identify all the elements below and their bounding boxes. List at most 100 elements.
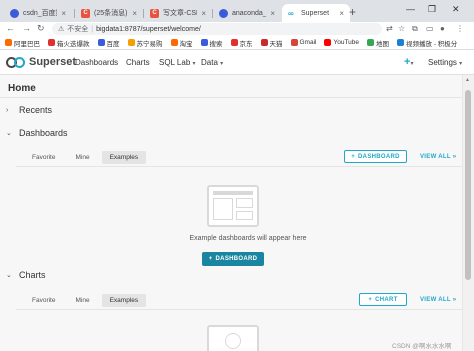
browser-tab-active[interactable]: ∞ Superset × [282, 4, 350, 22]
brand-name: Superset [29, 56, 77, 68]
close-icon[interactable]: × [61, 9, 66, 18]
bookmark-item[interactable]: 搜索 [200, 38, 223, 48]
browser-tab[interactable]: anaconda_百度 × [213, 4, 281, 22]
bookmark-icon [397, 39, 405, 46]
menu-sql-lab[interactable]: SQL Lab ▾ [159, 58, 196, 67]
view-all-charts-link[interactable]: VIEW ALL » [420, 297, 456, 303]
baidu-paw-icon [219, 8, 228, 18]
tab-title: 写文章-CSDN博 [163, 10, 197, 17]
settings-menu[interactable]: Settings ▾ [428, 58, 462, 67]
bookmark-item[interactable]: 京东 [230, 38, 253, 48]
bookmark-icon [260, 39, 268, 46]
csdn-icon: C [81, 8, 90, 18]
superset-icon: ∞ [288, 8, 294, 18]
browser-tab[interactable]: C (25条消息) CSD × [75, 4, 143, 22]
tab-title: anaconda_百度 [232, 10, 267, 17]
chevron-down-icon: ▾ [459, 61, 463, 67]
bookmark-item[interactable]: 淘宝 [170, 38, 193, 48]
superset-logo[interactable]: Superset [6, 56, 76, 68]
menu-charts[interactable]: Charts [126, 58, 150, 67]
browser-tab[interactable]: C 写文章-CSDN博 × [144, 4, 212, 22]
chevron-down-icon: ⌄ [6, 272, 12, 279]
tab-examples[interactable]: Examples [101, 294, 147, 307]
section-charts[interactable]: ⌄ Charts [6, 270, 46, 280]
plus-icon: + [351, 153, 356, 160]
translate-icon[interactable]: ⇄ [386, 24, 393, 33]
bookmark-icon [97, 39, 105, 46]
bookmark-item[interactable]: 箱火迭爆款 [48, 38, 90, 48]
section-title: Charts [19, 270, 46, 280]
url-text: bigdata1:8787/superset/welcome/ [96, 25, 201, 33]
extensions-icon[interactable]: ⧉ [412, 24, 418, 34]
bookmark-icon [170, 39, 178, 46]
plus-icon: + [208, 256, 213, 262]
more-icon[interactable]: ⋮ [456, 24, 464, 33]
close-icon[interactable]: × [270, 9, 275, 18]
minimize-icon[interactable]: — [406, 4, 415, 14]
scroll-up-icon[interactable]: ▲ [465, 77, 470, 83]
section-recents[interactable]: › Recents [6, 105, 52, 115]
star-icon[interactable]: ☆ [398, 24, 405, 33]
browser-tab[interactable]: csdn_百度搜索 × [4, 4, 72, 22]
close-icon[interactable]: × [201, 9, 206, 18]
superset-logo-icon [6, 56, 26, 68]
bookmark-item[interactable]: YouTube [324, 39, 359, 46]
dashboard-tabs: Favorite Mine Examples [24, 151, 147, 164]
empty-dashboards-text: Example dashboards will appear here [189, 235, 307, 242]
scroll-thumb[interactable] [465, 90, 471, 280]
view-all-dashboards-link[interactable]: VIEW ALL » [420, 154, 456, 160]
maximize-icon[interactable]: ❐ [428, 4, 436, 15]
tab-mine[interactable]: Mine [67, 151, 97, 164]
tab-examples[interactable]: Examples [101, 151, 147, 164]
new-item-button[interactable]: +▾ [404, 56, 413, 68]
add-chart-button[interactable]: + CHART [359, 293, 407, 306]
tab-title: Superset [301, 9, 330, 17]
bookmark-icon [230, 39, 238, 46]
bookmark-item[interactable]: Gmail [290, 39, 316, 46]
sidebar-icon[interactable]: ▭ [426, 24, 434, 33]
bookmark-item[interactable]: 视频播放 - 积极分 [397, 38, 457, 48]
bookmark-item[interactable]: 阿里巴巴 [5, 38, 40, 48]
bookmark-icon [324, 39, 332, 46]
bookmark-item[interactable]: 天猫 [260, 38, 283, 48]
tab-favorite[interactable]: Favorite [24, 151, 63, 164]
address-bar[interactable]: ⚠ 不安全 | bigdata1:8787/superset/welcome/ [52, 23, 382, 35]
tab-mine[interactable]: Mine [67, 294, 97, 307]
section-title: Dashboards [19, 128, 68, 138]
warning-icon: ⚠ [58, 26, 65, 33]
superset-navbar: Superset Dashboards Charts SQL Lab ▾ Dat… [0, 50, 474, 75]
close-icon[interactable]: × [339, 9, 344, 18]
create-dashboard-button[interactable]: + DASHBOARD [202, 252, 264, 266]
bookmark-item[interactable]: 百度 [97, 38, 120, 48]
empty-chart-illustration [207, 325, 259, 351]
bookmark-icon [127, 39, 135, 46]
bookmark-icon [200, 39, 208, 46]
menu-data[interactable]: Data ▾ [201, 58, 223, 67]
reload-icon[interactable]: ↻ [37, 23, 45, 34]
csdn-icon: C [150, 8, 159, 18]
chevron-down-icon: ▾ [410, 61, 414, 67]
close-icon[interactable]: × [132, 9, 137, 18]
bookmark-item[interactable]: 苏宁易购 [127, 38, 163, 48]
add-dashboard-button[interactable]: + DASHBOARD [344, 150, 407, 163]
tab-favorite[interactable]: Favorite [24, 294, 63, 307]
new-tab-button[interactable]: + [349, 5, 356, 19]
empty-dashboard-illustration [207, 185, 259, 227]
bookmark-item[interactable]: 地图 [367, 38, 389, 48]
section-dashboards[interactable]: ⌄ Dashboards [6, 128, 68, 138]
bookmark-icon [290, 39, 298, 46]
tab-title: csdn_百度搜索 [23, 10, 57, 17]
address-row: ← → ↻ ⚠ 不安全 | bigdata1:8787/superset/wel… [0, 22, 474, 36]
bookmarks-bar: 阿里巴巴 箱火迭爆款 百度 苏宁易购 淘宝 搜索 京东 天猫 Gmail You… [0, 36, 474, 50]
menu-dashboards[interactable]: Dashboards [75, 58, 118, 67]
window-close-icon[interactable]: ✕ [452, 4, 460, 15]
baidu-paw-icon [10, 8, 19, 18]
chevron-down-icon: ⌄ [6, 130, 12, 137]
profile-icon[interactable]: ● [440, 24, 445, 33]
forward-icon[interactable]: → [22, 23, 31, 33]
back-icon[interactable]: ← [6, 23, 15, 33]
chart-tabs: Favorite Mine Examples [24, 294, 147, 307]
page-title: Home [8, 83, 36, 94]
tab-title: (25条消息) CSD [94, 10, 128, 17]
chevron-down-icon: ▾ [220, 61, 224, 67]
